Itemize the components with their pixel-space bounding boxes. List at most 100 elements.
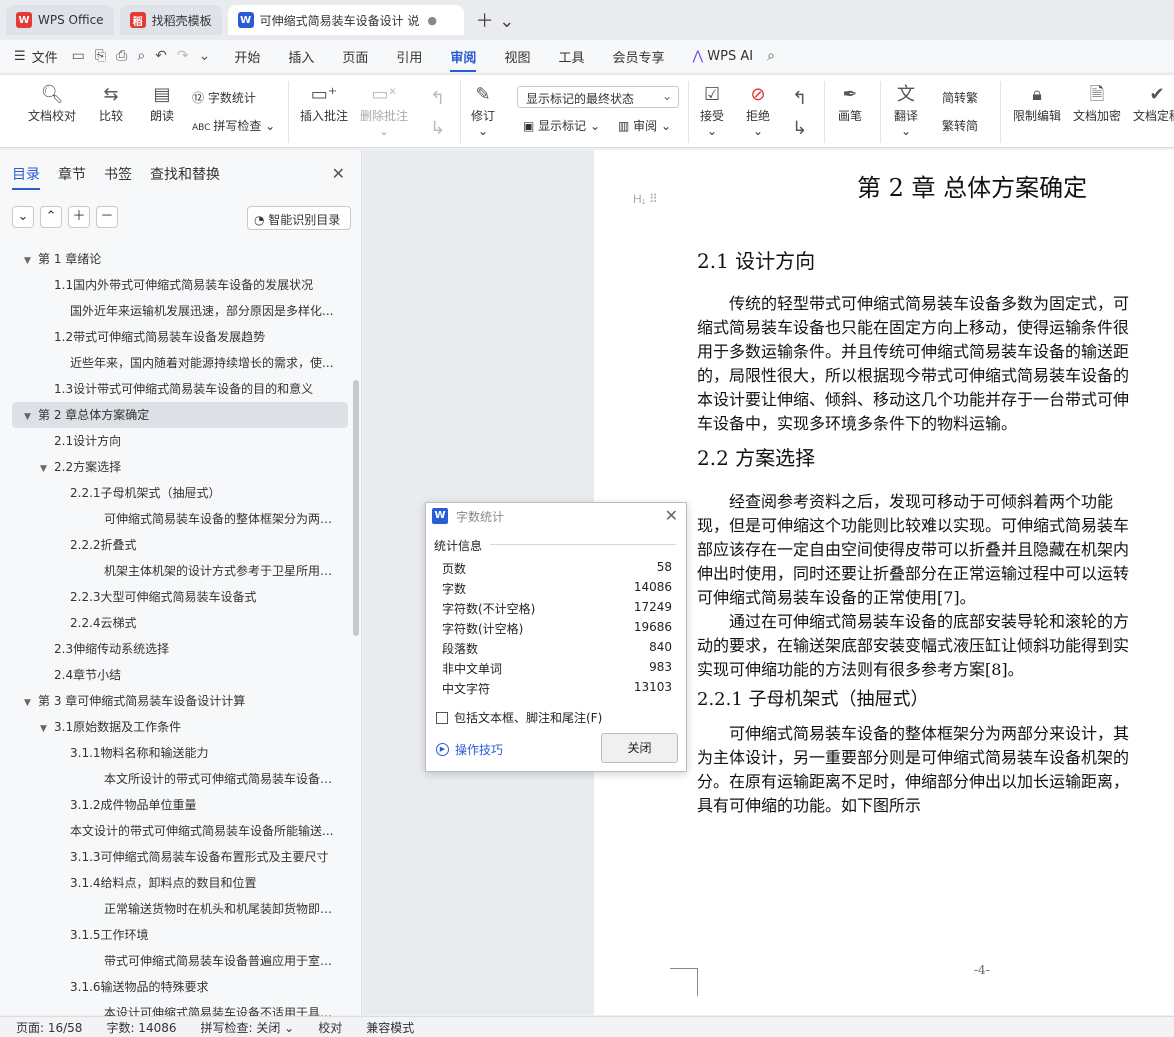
doc-check-button[interactable]: 🔍︎ 文档校对 (28, 83, 76, 124)
close-icon[interactable]: ✕ (332, 164, 345, 183)
expand-arrow-icon[interactable]: ▼ (24, 248, 38, 272)
next-change-icon[interactable]: ↳ (792, 117, 807, 141)
toc-item[interactable]: 2.2.2折叠式 (0, 532, 352, 558)
toc-item[interactable]: 2.2.3大型可伸缩式简易装车设备式 (0, 584, 352, 610)
toc-item[interactable]: ▼ 第 2 章总体方案确定 (12, 402, 348, 428)
dialog-title-bar[interactable]: W 字数统计 (426, 503, 686, 529)
heading-handle-icon[interactable]: H₁ ⠿ (633, 192, 658, 206)
toc-item[interactable]: 1.2带式可伸缩式简易装车设备发展趋势 (0, 324, 352, 350)
scrollbar[interactable] (353, 380, 359, 636)
nav-tab-find-replace[interactable]: 查找和替换 (150, 164, 220, 190)
toc-item[interactable]: 1.3设计带式可伸缩式简易装车设备的目的和意义 (0, 376, 352, 402)
toc-item[interactable]: 2.2.4云梯式 (0, 610, 352, 636)
tab-document[interactable]: W 可伸缩式简易装车设备设计 说 ● (227, 5, 464, 35)
toc-item[interactable]: 1.1国内外带式可伸缩式简易装车设备的发展状况 (0, 272, 352, 298)
toc-item[interactable]: 可伸缩式简易装车设备的整体框架分为两部... (0, 506, 352, 532)
spell-check-button[interactable]: ABC 拼写检查 ⌄ (192, 117, 275, 134)
tab-insert[interactable]: 插入 (288, 47, 314, 66)
toc-item[interactable]: 近些年来，国内随着对能源持续增长的需求，使... (0, 350, 352, 376)
toc-item[interactable]: 国外近年来运输机发展迅速，部分原因是多样化... (0, 298, 352, 324)
page-indicator[interactable]: 页面: 16/58 (16, 1019, 82, 1036)
pen-button[interactable]: ✒ 画笔 (838, 83, 862, 124)
toc-item[interactable]: ▼ 第 3 章可伸缩式简易装车设备设计计算 (0, 688, 352, 714)
close-button[interactable]: 关闭 (601, 733, 678, 763)
toc-item[interactable]: 本文设计的带式可伸缩式简易装车设备所能输送... (0, 818, 352, 844)
read-aloud-button[interactable]: ▤ 朗读 (150, 83, 174, 124)
reject-button[interactable]: ⊘ 拒绝 ⌄ (746, 83, 770, 138)
show-markup-button[interactable]: ▣ 显示标记 ⌄ (523, 117, 600, 134)
export-icon[interactable]: ⎘ (95, 48, 106, 64)
tab-close-dot-icon[interactable]: ● (427, 14, 437, 27)
to-traditional-button[interactable]: 简转繁 (942, 89, 978, 106)
tab-membership[interactable]: 会员专享 (612, 47, 664, 66)
next-comment-icon[interactable]: ↳ (430, 117, 445, 141)
toc-item[interactable]: 3.1.5工作环境 (0, 922, 352, 948)
prev-comment-icon[interactable]: ↰ (430, 87, 445, 111)
compare-button[interactable]: ⇆ 比较 (99, 83, 123, 124)
nav-tab-chapters[interactable]: 章节 (58, 164, 86, 190)
toc-item[interactable]: 带式可伸缩式简易装车设备普遍应用于室外... (0, 948, 352, 974)
new-tab-icon[interactable]: ＋ ⌄ (476, 7, 515, 33)
review-pane-button[interactable]: ▥ 审阅 ⌄ (618, 117, 671, 134)
finalize-button[interactable]: ✔ 文档定稿 (1133, 83, 1174, 124)
toc-item[interactable]: 2.3伸缩传动系统选择 (0, 636, 352, 662)
tab-home[interactable]: 开始 (234, 47, 260, 66)
spell-check-indicator[interactable]: 拼写检查: 关闭 ⌄ (201, 1019, 295, 1036)
toc-item[interactable]: ▼ 2.2方案选择 (0, 454, 352, 480)
toc-item[interactable]: ▼ 第 1 章绪论 (0, 246, 352, 272)
word-count-indicator[interactable]: 字数: 14086 (106, 1019, 176, 1036)
more-dropdown-icon[interactable]: ⌄ (199, 48, 211, 64)
toc-item[interactable]: 3.1.3可伸缩式简易装车设备布置形式及主要尺寸 (0, 844, 352, 870)
expand-arrow-icon[interactable]: ▼ (40, 716, 54, 740)
toc-item[interactable]: 3.1.4给料点，卸料点的数目和位置 (0, 870, 352, 896)
tab-tools[interactable]: 工具 (558, 47, 584, 66)
toc-item[interactable]: 正常输送货物时在机头和机尾装卸货物即可... (0, 896, 352, 922)
close-icon[interactable]: ✕ (665, 506, 678, 525)
chevron-down-icon[interactable]: ⌄ (12, 206, 34, 228)
file-menu[interactable]: ☰ 文件 (14, 47, 58, 66)
delete-comment-button[interactable]: ▭ˣ 删除批注 ⌄ (360, 83, 408, 138)
track-changes-button[interactable]: ✎ 修订 ⌄ (471, 83, 495, 138)
minus-icon[interactable]: － (96, 206, 118, 228)
nav-tab-toc[interactable]: 目录 (12, 164, 40, 190)
expand-arrow-icon[interactable]: ▼ (24, 690, 38, 714)
undo-icon[interactable]: ↶ (155, 48, 167, 64)
toc-item[interactable]: 2.1设计方向 (0, 428, 352, 454)
tab-review[interactable]: 审阅 (450, 47, 477, 72)
toc-item[interactable]: 本文所设计的带式可伸缩式简易装车设备无... (0, 766, 352, 792)
tab-wps-office[interactable]: W WPS Office (6, 5, 114, 35)
add-icon[interactable]: ＋ (68, 206, 90, 228)
markup-state-select[interactable]: 显示标记的最终状态 ⌄ (517, 86, 679, 108)
toc-item[interactable]: 2.4章节小结 (0, 662, 352, 688)
smart-toc-button[interactable]: ◔ 智能识别目录 (247, 206, 351, 230)
wps-ai-button[interactable]: ⋀ WPS AI (692, 49, 753, 64)
toc-item[interactable]: ▼ 3.1原始数据及工作条件 (0, 714, 352, 740)
toc-item[interactable]: 3.1.1物料名称和输送能力 (0, 740, 352, 766)
expand-arrow-icon[interactable]: ▼ (40, 456, 54, 480)
tab-page[interactable]: 页面 (342, 47, 368, 66)
nav-tab-bookmarks[interactable]: 书签 (104, 164, 132, 190)
toc-item[interactable]: 3.1.6输送物品的特殊要求 (0, 974, 352, 1000)
save-icon[interactable]: ▭ (72, 48, 85, 64)
insert-comment-button[interactable]: ▭⁺ 插入批注 (300, 83, 348, 124)
tab-references[interactable]: 引用 (396, 47, 422, 66)
prev-change-icon[interactable]: ↰ (792, 87, 807, 111)
redo-icon[interactable]: ↷ (177, 48, 189, 64)
toc-item[interactable]: 3.1.2成件物品单位重量 (0, 792, 352, 818)
word-count-button[interactable]: ⑫ 字数统计 (192, 89, 256, 106)
tips-link[interactable]: ▶ 操作技巧 (436, 741, 503, 758)
search-icon[interactable]: ⌕ (767, 48, 775, 64)
tab-view[interactable]: 视图 (504, 47, 530, 66)
to-simplified-button[interactable]: 繁转简 (942, 117, 978, 134)
tab-docer[interactable]: 稻 找稻壳模板 (119, 5, 222, 35)
accept-button[interactable]: ☑ 接受 ⌄ (700, 83, 724, 138)
expand-arrow-icon[interactable]: ▼ (24, 404, 38, 428)
print-icon[interactable]: ⎙ (116, 48, 127, 64)
toc-item[interactable]: 机架主体机架的设计方式参考于卫星所用的折... (0, 558, 352, 584)
toc-item[interactable]: 2.2.1子母机架式（抽屉式） (0, 480, 352, 506)
print-preview-icon[interactable]: ⌕ (137, 48, 145, 64)
restrict-edit-button[interactable]: 🔒︎ 限制编辑 (1013, 83, 1061, 124)
include-textbox-checkbox[interactable]: 包括文本框、脚注和尾注(F) (436, 709, 602, 726)
chevron-up-icon[interactable]: ⌃ (40, 206, 62, 228)
translate-button[interactable]: 文翻译 ⌄ (894, 83, 918, 138)
